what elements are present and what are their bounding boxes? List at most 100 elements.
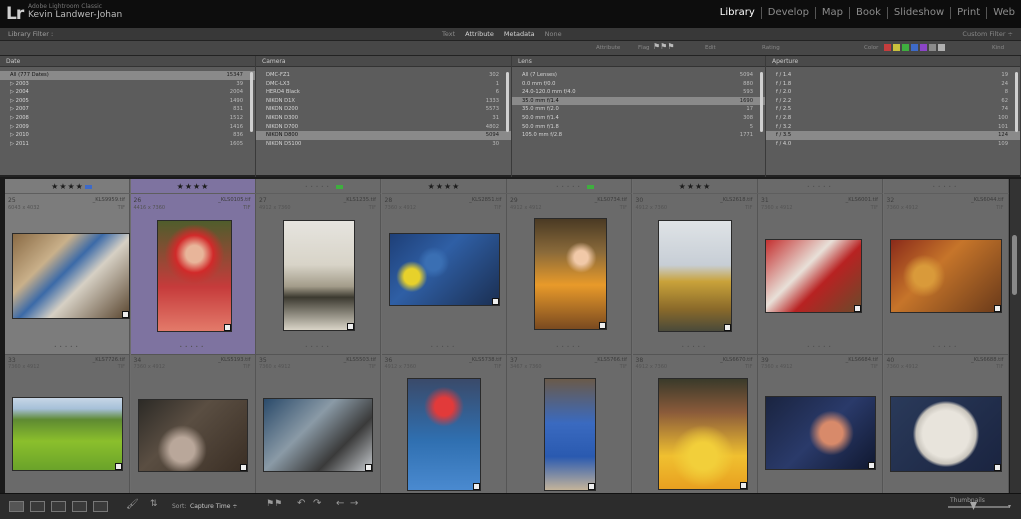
next-icon[interactable]: → [350, 498, 358, 509]
metadata-row[interactable]: f / 3.5 124 [766, 131, 1020, 140]
photo-thumbnail[interactable] [12, 233, 130, 319]
thumbnail-cell[interactable]: ••••• 29 _KLS0734.tif 4912 x 4912 TIF ••••• [507, 179, 632, 355]
color-label-swatch[interactable] [938, 44, 945, 51]
empty-rating-dots[interactable]: ••••• [256, 184, 381, 189]
loupe-view-button[interactable] [30, 501, 45, 512]
thumbnail-cell[interactable]: 36 _KLS5738.tif 4912 x 7360 TIF [381, 355, 507, 495]
thumbnail-cell[interactable]: ★★★★ 30 _KLS2618.tif 4912 x 7360 TIF ••••• [632, 179, 758, 355]
metadata-row[interactable]: 24.0-120.0 mm f/4.0 593 [512, 88, 765, 97]
grid-scroll-thumb[interactable] [1012, 235, 1017, 295]
grid-view-button[interactable] [9, 501, 24, 512]
footer-rating-dots[interactable]: ••••• [758, 344, 883, 349]
column-header[interactable]: Lens [512, 56, 765, 67]
photo-thumbnail[interactable] [263, 398, 373, 472]
custom-filter-dropdown[interactable]: Custom Filter ÷ [962, 30, 1013, 38]
edit-badge-icon[interactable] [239, 464, 247, 471]
thumbnail-cell[interactable]: 37 _KLS5766.tif 3467 x 7360 TIF [507, 355, 632, 495]
metadata-row[interactable]: ▷ 2005 1490 [0, 97, 255, 106]
metadata-row[interactable]: NIKON D5100 30 [256, 140, 511, 149]
edit-badge-icon[interactable] [993, 305, 1001, 312]
sort-dropdown[interactable]: Capture Time ÷ [190, 503, 237, 510]
photo-thumbnail[interactable] [534, 218, 607, 330]
photo-thumbnail[interactable] [544, 378, 596, 491]
module-map[interactable]: Map [816, 7, 851, 19]
column-scrollbar[interactable] [760, 72, 763, 132]
metadata-row[interactable]: ▷ 2004 2004 [0, 88, 255, 97]
column-scrollbar[interactable] [506, 72, 509, 132]
edit-badge-icon[interactable] [739, 482, 747, 489]
column-header[interactable]: Aperture [766, 56, 1020, 67]
metadata-row[interactable]: NIKON D700 4802 [256, 123, 511, 132]
footer-rating-dots[interactable]: ••••• [507, 344, 632, 349]
column-scrollbar[interactable] [250, 72, 253, 132]
thumbnail-cell[interactable]: 33 _KLS7726.tif 7360 x 4912 TIF [5, 355, 130, 495]
photo-thumbnail[interactable] [406, 378, 481, 491]
photo-thumbnail[interactable] [765, 396, 876, 470]
flag-icons[interactable]: ⚑⚑⚑ [653, 42, 675, 51]
compare-view-button[interactable] [51, 501, 66, 512]
thumbnail-cell[interactable]: 35 _KLS5503.tif 7360 x 4912 TIF [256, 355, 381, 495]
metadata-row[interactable]: DMC-FZ1 302 [256, 71, 511, 80]
footer-rating-dots[interactable]: ••••• [382, 344, 507, 349]
thumbnail-cell[interactable]: ••••• 32 _KLS6044.tif 7360 x 4912 TIF ••••• [883, 179, 1009, 355]
rotate-right-icon[interactable]: ↷ [313, 498, 321, 509]
thumbnail-cell[interactable]: ★★★★ 25 _KLS9959.tif 6043 x 4032 TIF ••••• [5, 179, 130, 355]
footer-rating-dots[interactable]: ••••• [5, 344, 130, 349]
edit-badge-icon[interactable] [365, 464, 372, 471]
rotate-left-icon[interactable]: ↶ [297, 498, 305, 509]
edit-badge-icon[interactable] [491, 298, 499, 305]
module-slideshow[interactable]: Slideshow [888, 7, 952, 19]
metadata-row[interactable]: NIKON D800 5094 [256, 131, 511, 140]
photo-thumbnail[interactable] [388, 233, 500, 306]
metadata-row[interactable]: 35.0 mm f/2.0 17 [512, 105, 765, 114]
footer-rating-dots[interactable]: ••••• [884, 344, 1009, 349]
thumbnail-cell[interactable]: ••••• 31 _KLS6001.tif 7360 x 4912 TIF ••••• [758, 179, 883, 355]
metadata-row[interactable]: NIKON D200 5573 [256, 105, 511, 114]
star-rating[interactable]: ★★★★ [382, 182, 507, 191]
photo-thumbnail[interactable] [12, 397, 123, 471]
photo-thumbnail[interactable] [156, 220, 232, 332]
edit-badge-icon[interactable] [723, 324, 731, 331]
empty-rating-dots[interactable]: ••••• [507, 184, 632, 189]
module-print[interactable]: Print [951, 7, 988, 19]
color-label-swatch[interactable] [902, 44, 909, 51]
previous-icon[interactable]: ← [336, 498, 344, 509]
photo-thumbnail[interactable] [889, 239, 1002, 313]
grid-scrollbar[interactable] [1010, 179, 1021, 493]
thumbnail-cell[interactable]: 34 _KLS5193.tif 7360 x 4912 TIF [130, 355, 256, 495]
edit-badge-icon[interactable] [854, 305, 861, 312]
edit-badge-icon[interactable] [472, 483, 480, 490]
star-rating[interactable]: ★★★★ [633, 182, 758, 191]
star-rating[interactable]: ★★★★ [5, 182, 130, 191]
edit-badge-icon[interactable] [599, 322, 606, 329]
metadata-row[interactable]: 35.0 mm f/1.4 1690 [512, 96, 765, 106]
metadata-row[interactable]: f / 4.0 109 [766, 140, 1020, 149]
thumbnail-size-slider[interactable] [948, 506, 1010, 508]
metadata-row[interactable]: 50.0 mm f/1.8 5 [512, 123, 765, 132]
photo-thumbnail[interactable] [657, 378, 748, 490]
color-label-swatch[interactable] [929, 44, 936, 51]
edit-badge-icon[interactable] [122, 311, 129, 318]
thumbnail-cell[interactable]: ••••• 27 _KLS1235.tif 4912 x 7360 TIF ••••• [256, 179, 381, 355]
metadata-row[interactable]: HERO4 Black 6 [256, 88, 511, 97]
metadata-row[interactable]: ▷ 2011 1605 [0, 140, 255, 149]
metadata-row[interactable]: f / 2.8 100 [766, 114, 1020, 123]
filter-tab-attribute[interactable]: Attribute [465, 30, 494, 38]
edit-badge-icon[interactable] [588, 483, 595, 490]
photo-thumbnail[interactable] [283, 220, 355, 331]
metadata-row[interactable]: f / 2.5 74 [766, 105, 1020, 114]
column-scrollbar[interactable] [1015, 72, 1018, 132]
color-label-swatch[interactable] [911, 44, 918, 51]
thumbnail-cell[interactable]: ★★★★ 26 _KLS0105.tif 4416 x 7360 TIF ••••• [130, 179, 256, 355]
metadata-row[interactable]: ▷ 2009 1416 [0, 123, 255, 132]
footer-rating-dots[interactable]: ••••• [131, 344, 256, 349]
edit-badge-icon[interactable] [115, 463, 122, 470]
module-book[interactable]: Book [850, 7, 888, 19]
metadata-row[interactable]: ▷ 2003 39 [0, 80, 255, 89]
metadata-row[interactable]: f / 3.2 101 [766, 123, 1020, 132]
color-label-swatch[interactable] [893, 44, 900, 51]
module-develop[interactable]: Develop [762, 7, 816, 19]
metadata-row[interactable]: f / 1.4 19 [766, 71, 1020, 80]
metadata-row[interactable]: DMC-LX3 1 [256, 80, 511, 89]
metadata-row[interactable]: f / 2.2 62 [766, 97, 1020, 106]
